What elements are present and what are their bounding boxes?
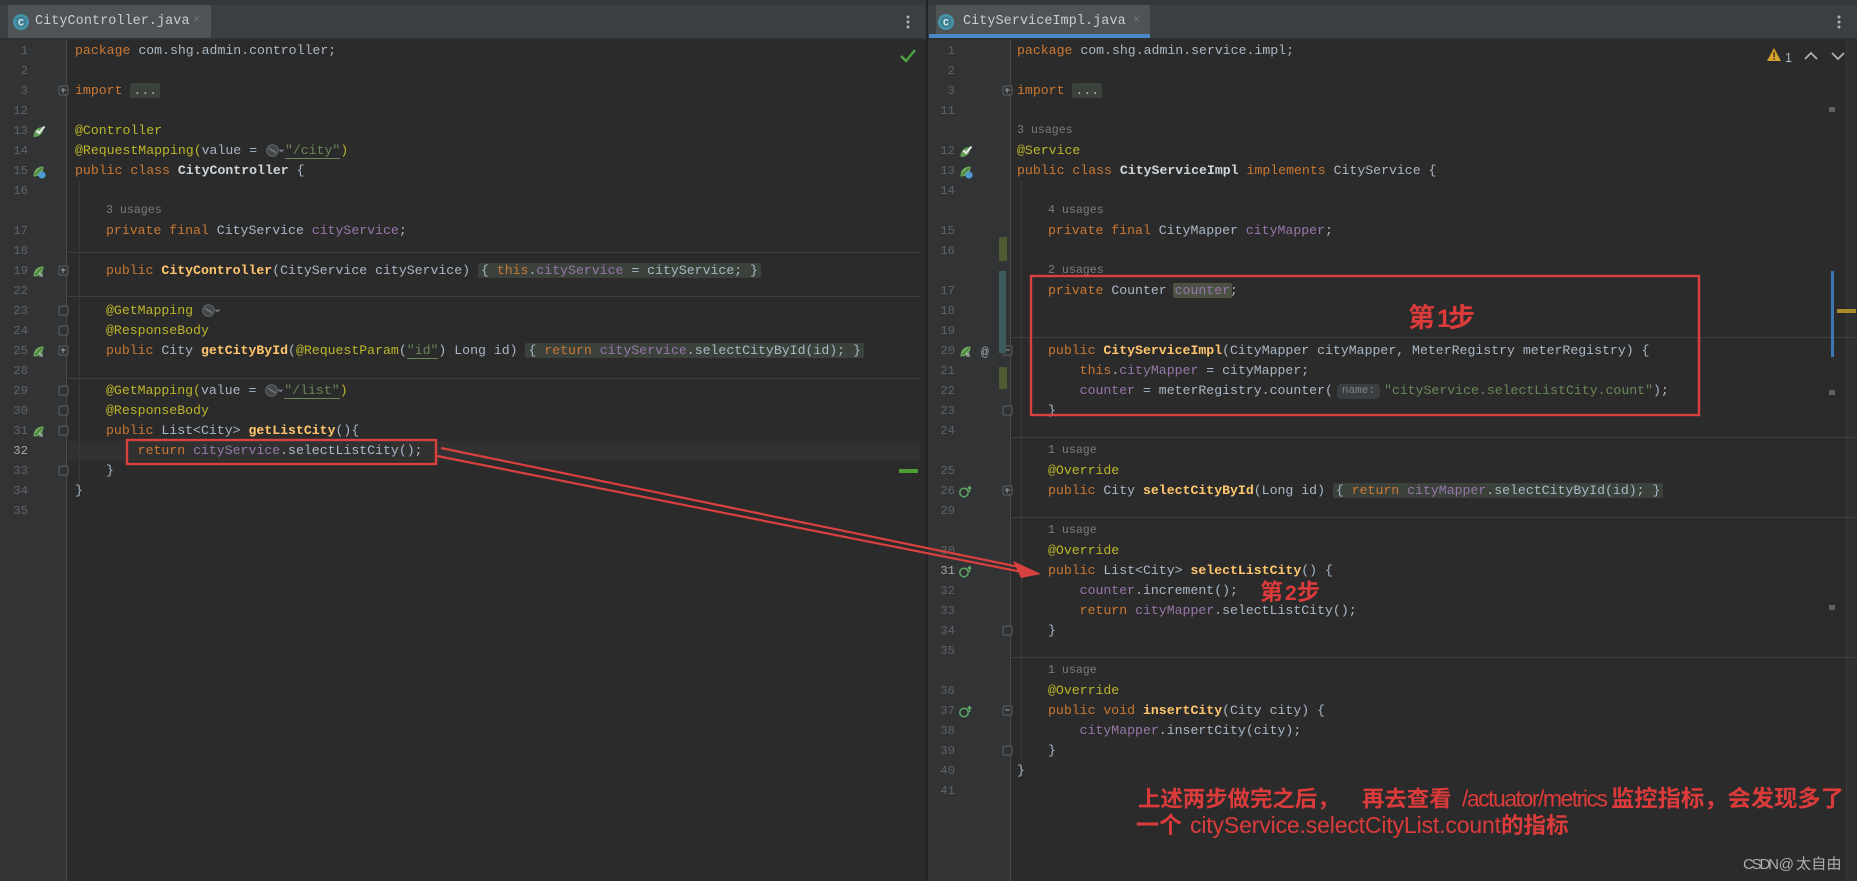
svg-text:CSDN @: CSDN @ (1743, 856, 1794, 873)
svg-text:cityService.selectCityList.cou: cityService.selectCityList.count (1190, 812, 1502, 838)
svg-text:2: 2 (1285, 582, 1297, 605)
svg-text:1: 1 (1437, 305, 1451, 333)
svg-text:C: C (18, 19, 24, 30)
svg-text:@: @ (981, 345, 989, 360)
svg-text:1: 1 (1785, 51, 1792, 65)
svg-text:/actuator/metrics: /actuator/metrics (1462, 786, 1608, 812)
svg-text:C: C (943, 19, 949, 30)
